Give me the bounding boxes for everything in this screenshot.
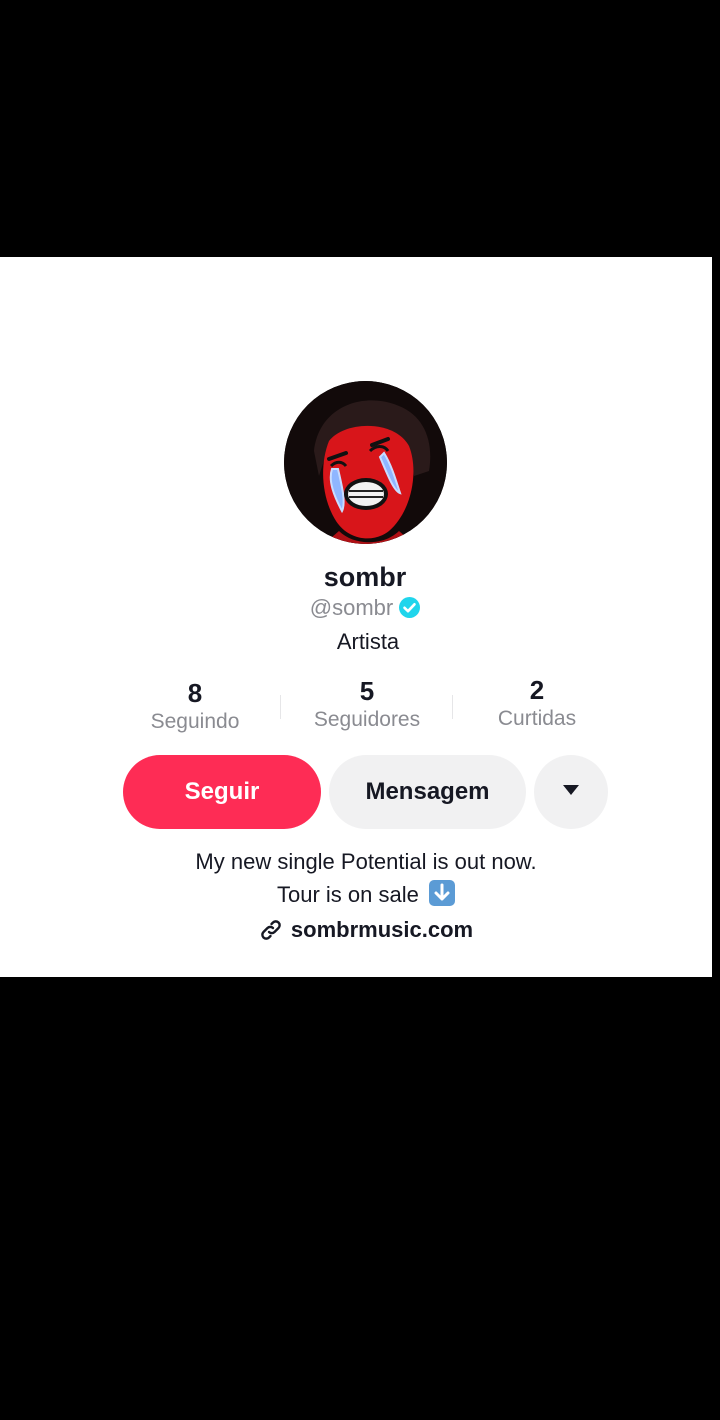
avatar[interactable] [284, 381, 447, 544]
stat-divider [452, 695, 453, 719]
display-name: sombr [323, 562, 407, 592]
more-options-button[interactable] [534, 755, 608, 829]
letterbox-top [0, 0, 720, 257]
following-count: 8 [187, 678, 203, 708]
stat-divider [280, 695, 281, 719]
caret-down-icon [562, 783, 580, 801]
down-arrow-emoji-icon [428, 880, 455, 906]
verified-badge-icon [399, 597, 421, 618]
profile-card: sombr @sombr Artista 8 Seguindo 5 Seguid… [0, 257, 712, 977]
following-label: Seguindo [150, 710, 240, 733]
likes-count: 2 [529, 675, 545, 705]
bio-line-2-text: Tour is on sale [277, 882, 419, 907]
stat-following[interactable]: 8 Seguindo [115, 678, 275, 734]
follow-button[interactable]: Seguir [123, 755, 321, 829]
stat-followers[interactable]: 5 Seguidores [287, 676, 447, 732]
profile-link-text[interactable]: sombrmusic.com [291, 917, 473, 942]
bio-line-2: Tour is on sale [0, 880, 720, 908]
followers-label: Seguidores [313, 708, 421, 731]
followers-count: 5 [359, 676, 375, 706]
handle-row: @sombr [0, 595, 720, 621]
profile-category: Artista [336, 629, 400, 654]
link-icon [259, 918, 283, 942]
likes-label: Curtidas [497, 707, 577, 730]
avatar-image [284, 381, 447, 544]
handle: @sombr [309, 595, 394, 620]
message-button[interactable]: Mensagem [329, 755, 526, 829]
stat-likes[interactable]: 2 Curtidas [457, 675, 617, 731]
profile-link[interactable]: sombrmusic.com [0, 917, 720, 943]
bio-line-1: My new single Potential is out now. [195, 849, 537, 874]
letterbox-right [712, 257, 720, 977]
